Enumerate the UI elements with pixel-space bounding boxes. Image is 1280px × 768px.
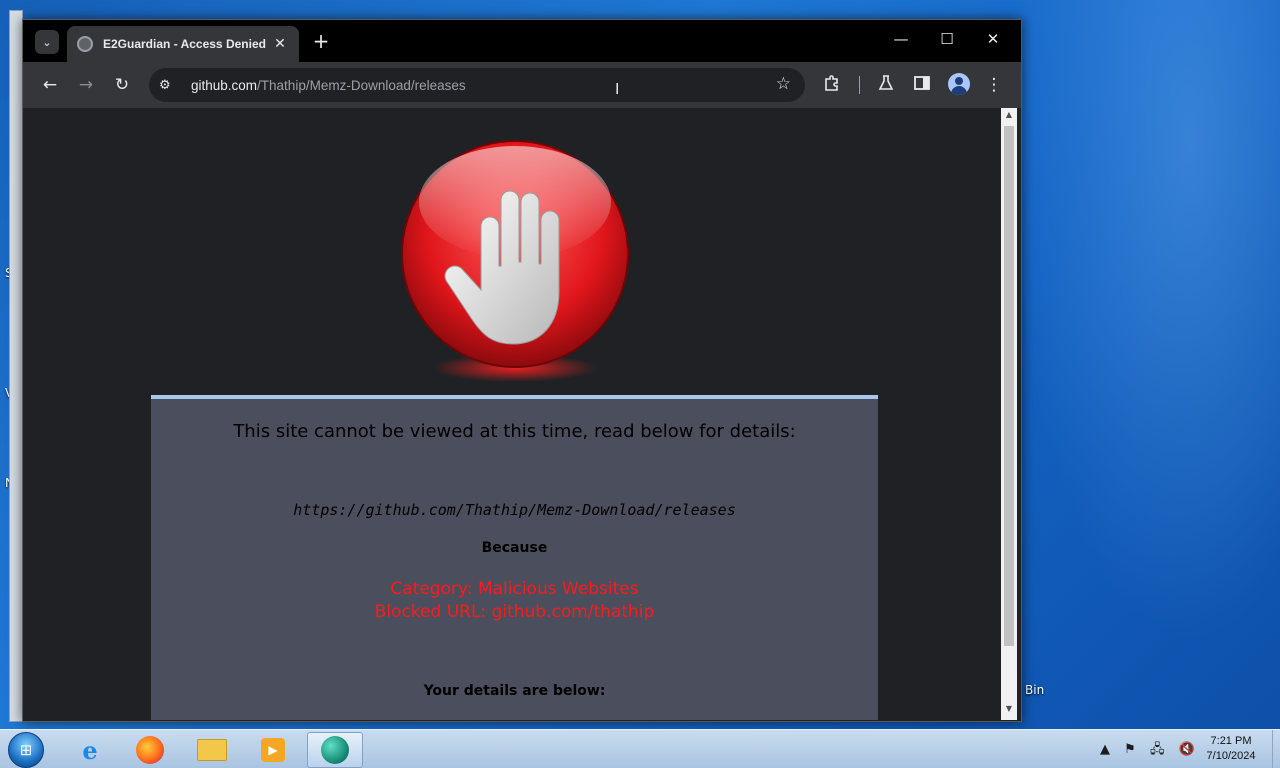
start-button[interactable]: ⊞ (8, 732, 44, 768)
firefox-icon[interactable] (122, 732, 178, 768)
stop-hand-icon (401, 140, 629, 382)
vertical-scrollbar[interactable]: ▲ ▼ (1001, 108, 1017, 720)
page-content: This site cannot be viewed at this time,… (29, 108, 999, 720)
show-desktop-button[interactable] (1272, 730, 1280, 768)
block-category: Category: Malicious Websites (390, 579, 639, 599)
address-host: github.com (191, 77, 258, 93)
tune-icon[interactable]: ⚙ (159, 78, 183, 93)
system-clock[interactable]: 7:21 PM 7/10/2024 (1196, 734, 1266, 764)
close-icon[interactable]: ✕ (271, 36, 289, 52)
edge-browser-icon[interactable] (307, 732, 363, 768)
ie-glyph: e (82, 735, 98, 765)
clock-time: 7:21 PM (1210, 735, 1252, 747)
address-url[interactable]: github.com/Thathip/Memz-Download/release… (191, 78, 466, 93)
address-path: /Thathip/Memz-Download/releases (257, 77, 466, 93)
firefox-glyph (136, 736, 164, 764)
media-player-icon[interactable]: ▶ (245, 732, 301, 768)
block-reason: Blocked URL: github.com/thathip (374, 602, 655, 622)
tab-access-denied[interactable]: E2Guardian - Access Denied ✕ (67, 26, 299, 62)
text-cursor-icon: I (615, 80, 620, 98)
side-panel-icon[interactable] (910, 74, 934, 98)
scrollbar-thumb[interactable] (1004, 126, 1014, 646)
block-notice-panel: This site cannot be viewed at this time,… (151, 395, 878, 720)
desktop-wallpaper (980, 0, 1280, 730)
new-tab-button[interactable]: + (309, 30, 333, 52)
blocked-url-text: https://github.com/Thathip/Memz-Download… (293, 501, 736, 519)
volume-muted-icon[interactable]: 🔇 (1179, 742, 1195, 757)
browser-toolbar: ← → ↻ ⚙ github.com/Thathip/Memz-Download… (23, 62, 1021, 108)
recycle-bin-label[interactable]: Bin (1025, 683, 1044, 697)
github-icon (77, 36, 93, 52)
browser-window: ⌄ E2Guardian - Access Denied ✕ + — ☐ ✕ ←… (22, 19, 1022, 722)
network-icon[interactable]: 🖧 (1150, 742, 1165, 757)
scroll-down-icon[interactable]: ▼ (1001, 704, 1017, 718)
file-explorer-icon[interactable] (184, 732, 240, 768)
flask-icon[interactable] (874, 74, 898, 98)
tray-expand-icon[interactable]: ▲ (1100, 742, 1110, 757)
puzzle-icon[interactable] (820, 74, 844, 98)
chevron-down-icon[interactable]: ⌄ (35, 30, 59, 54)
taskbar: ⊞ e ▶ ▲ ⚑ 🖧 🔇 7:21 PM 7/10/2024 (0, 729, 1280, 768)
toolbar-divider (859, 76, 860, 94)
window-close-icon[interactable]: ✕ (978, 28, 1008, 50)
arrow-right-icon[interactable]: → (74, 74, 98, 98)
address-bar[interactable]: ⚙ github.com/Thathip/Memz-Download/relea… (149, 68, 805, 102)
page-title: This site cannot be viewed at this time,… (233, 421, 796, 442)
edge-glyph (321, 736, 349, 764)
internet-explorer-icon[interactable]: e (62, 732, 118, 768)
because-label: Because (481, 540, 548, 556)
profile-icon[interactable] (948, 73, 970, 95)
folder-glyph (197, 739, 227, 761)
action-center-flag-icon[interactable]: ⚑ (1124, 742, 1136, 757)
reload-icon[interactable]: ↻ (110, 74, 134, 98)
clock-date: 7/10/2024 (1206, 750, 1256, 762)
star-icon[interactable]: ☆ (776, 74, 791, 94)
tab-title: E2Guardian - Access Denied (103, 37, 266, 51)
kebab-menu-icon[interactable]: ⋮ (982, 74, 1006, 98)
system-tray: ▲ ⚑ 🖧 🔇 (1100, 740, 1195, 762)
details-heading: Your details are below: (423, 683, 606, 699)
minimize-icon[interactable]: — (886, 28, 916, 50)
maximize-icon[interactable]: ☐ (932, 28, 962, 50)
arrow-left-icon[interactable]: ← (38, 74, 62, 98)
media-glyph: ▶ (261, 738, 285, 762)
background-window-edge (9, 10, 23, 722)
scroll-up-icon[interactable]: ▲ (1001, 110, 1017, 124)
title-bar: ⌄ E2Guardian - Access Denied ✕ + — ☐ ✕ (23, 20, 1021, 62)
